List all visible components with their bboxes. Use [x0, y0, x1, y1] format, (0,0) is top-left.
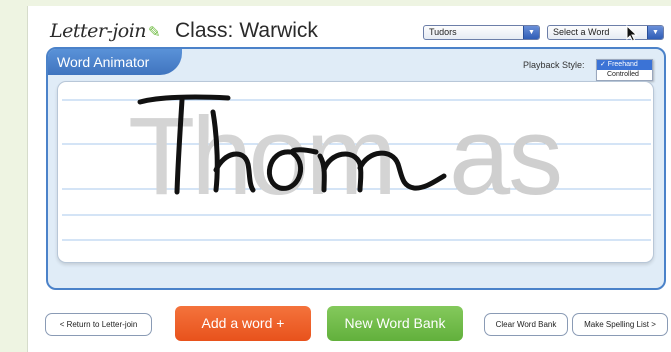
add-word-button[interactable]: Add a word + — [175, 306, 311, 341]
word-animator-panel: Word Animator Playback Style: ✓ Freehand… — [46, 47, 666, 290]
new-word-bank-button[interactable]: New Word Bank — [327, 306, 463, 341]
mouse-cursor-icon — [626, 25, 638, 42]
letter-join-logo[interactable]: Letter-join ✎ — [50, 14, 161, 48]
word-animator-app: Letter-join ✎ Class: Warwick Tudors ▼ Sele… — [28, 6, 671, 352]
class-name: Warwick — [239, 19, 318, 42]
playback-style-dropdown[interactable]: ✓ Freehand Controlled — [596, 59, 653, 81]
word-select[interactable]: Select a Word ▼ — [547, 25, 664, 40]
class-prefix: Class: — [175, 19, 234, 42]
pencil-icon: ✎ — [148, 23, 161, 41]
logo-text: Letter-join — [50, 20, 147, 42]
playback-option-controlled[interactable]: Controlled — [597, 70, 652, 80]
clear-word-bank-button[interactable]: Clear Word Bank — [484, 313, 568, 336]
topic-select-value: Tudors — [429, 27, 457, 37]
playback-option-freehand[interactable]: ✓ Freehand — [597, 60, 652, 70]
handwriting-canvas: Thom as — [62, 94, 651, 241]
playback-style-label: Playback Style: — [523, 60, 585, 70]
make-spelling-list-button[interactable]: Make Spelling List > — [572, 313, 668, 336]
word-select-value: Select a Word — [553, 27, 610, 37]
dropdown-arrow-icon[interactable]: ▼ — [523, 26, 539, 39]
return-to-letter-join-button[interactable]: < Return to Letter-join — [45, 313, 152, 336]
guide-word-remaining: as — [449, 95, 561, 218]
dropdown-arrow-icon[interactable]: ▼ — [647, 26, 663, 39]
class-title: Class: Warwick — [175, 18, 318, 44]
panel-title: Word Animator — [48, 49, 182, 75]
topic-select[interactable]: Tudors ▼ — [423, 25, 540, 40]
handwriting-paper: Thom as — [57, 81, 654, 263]
